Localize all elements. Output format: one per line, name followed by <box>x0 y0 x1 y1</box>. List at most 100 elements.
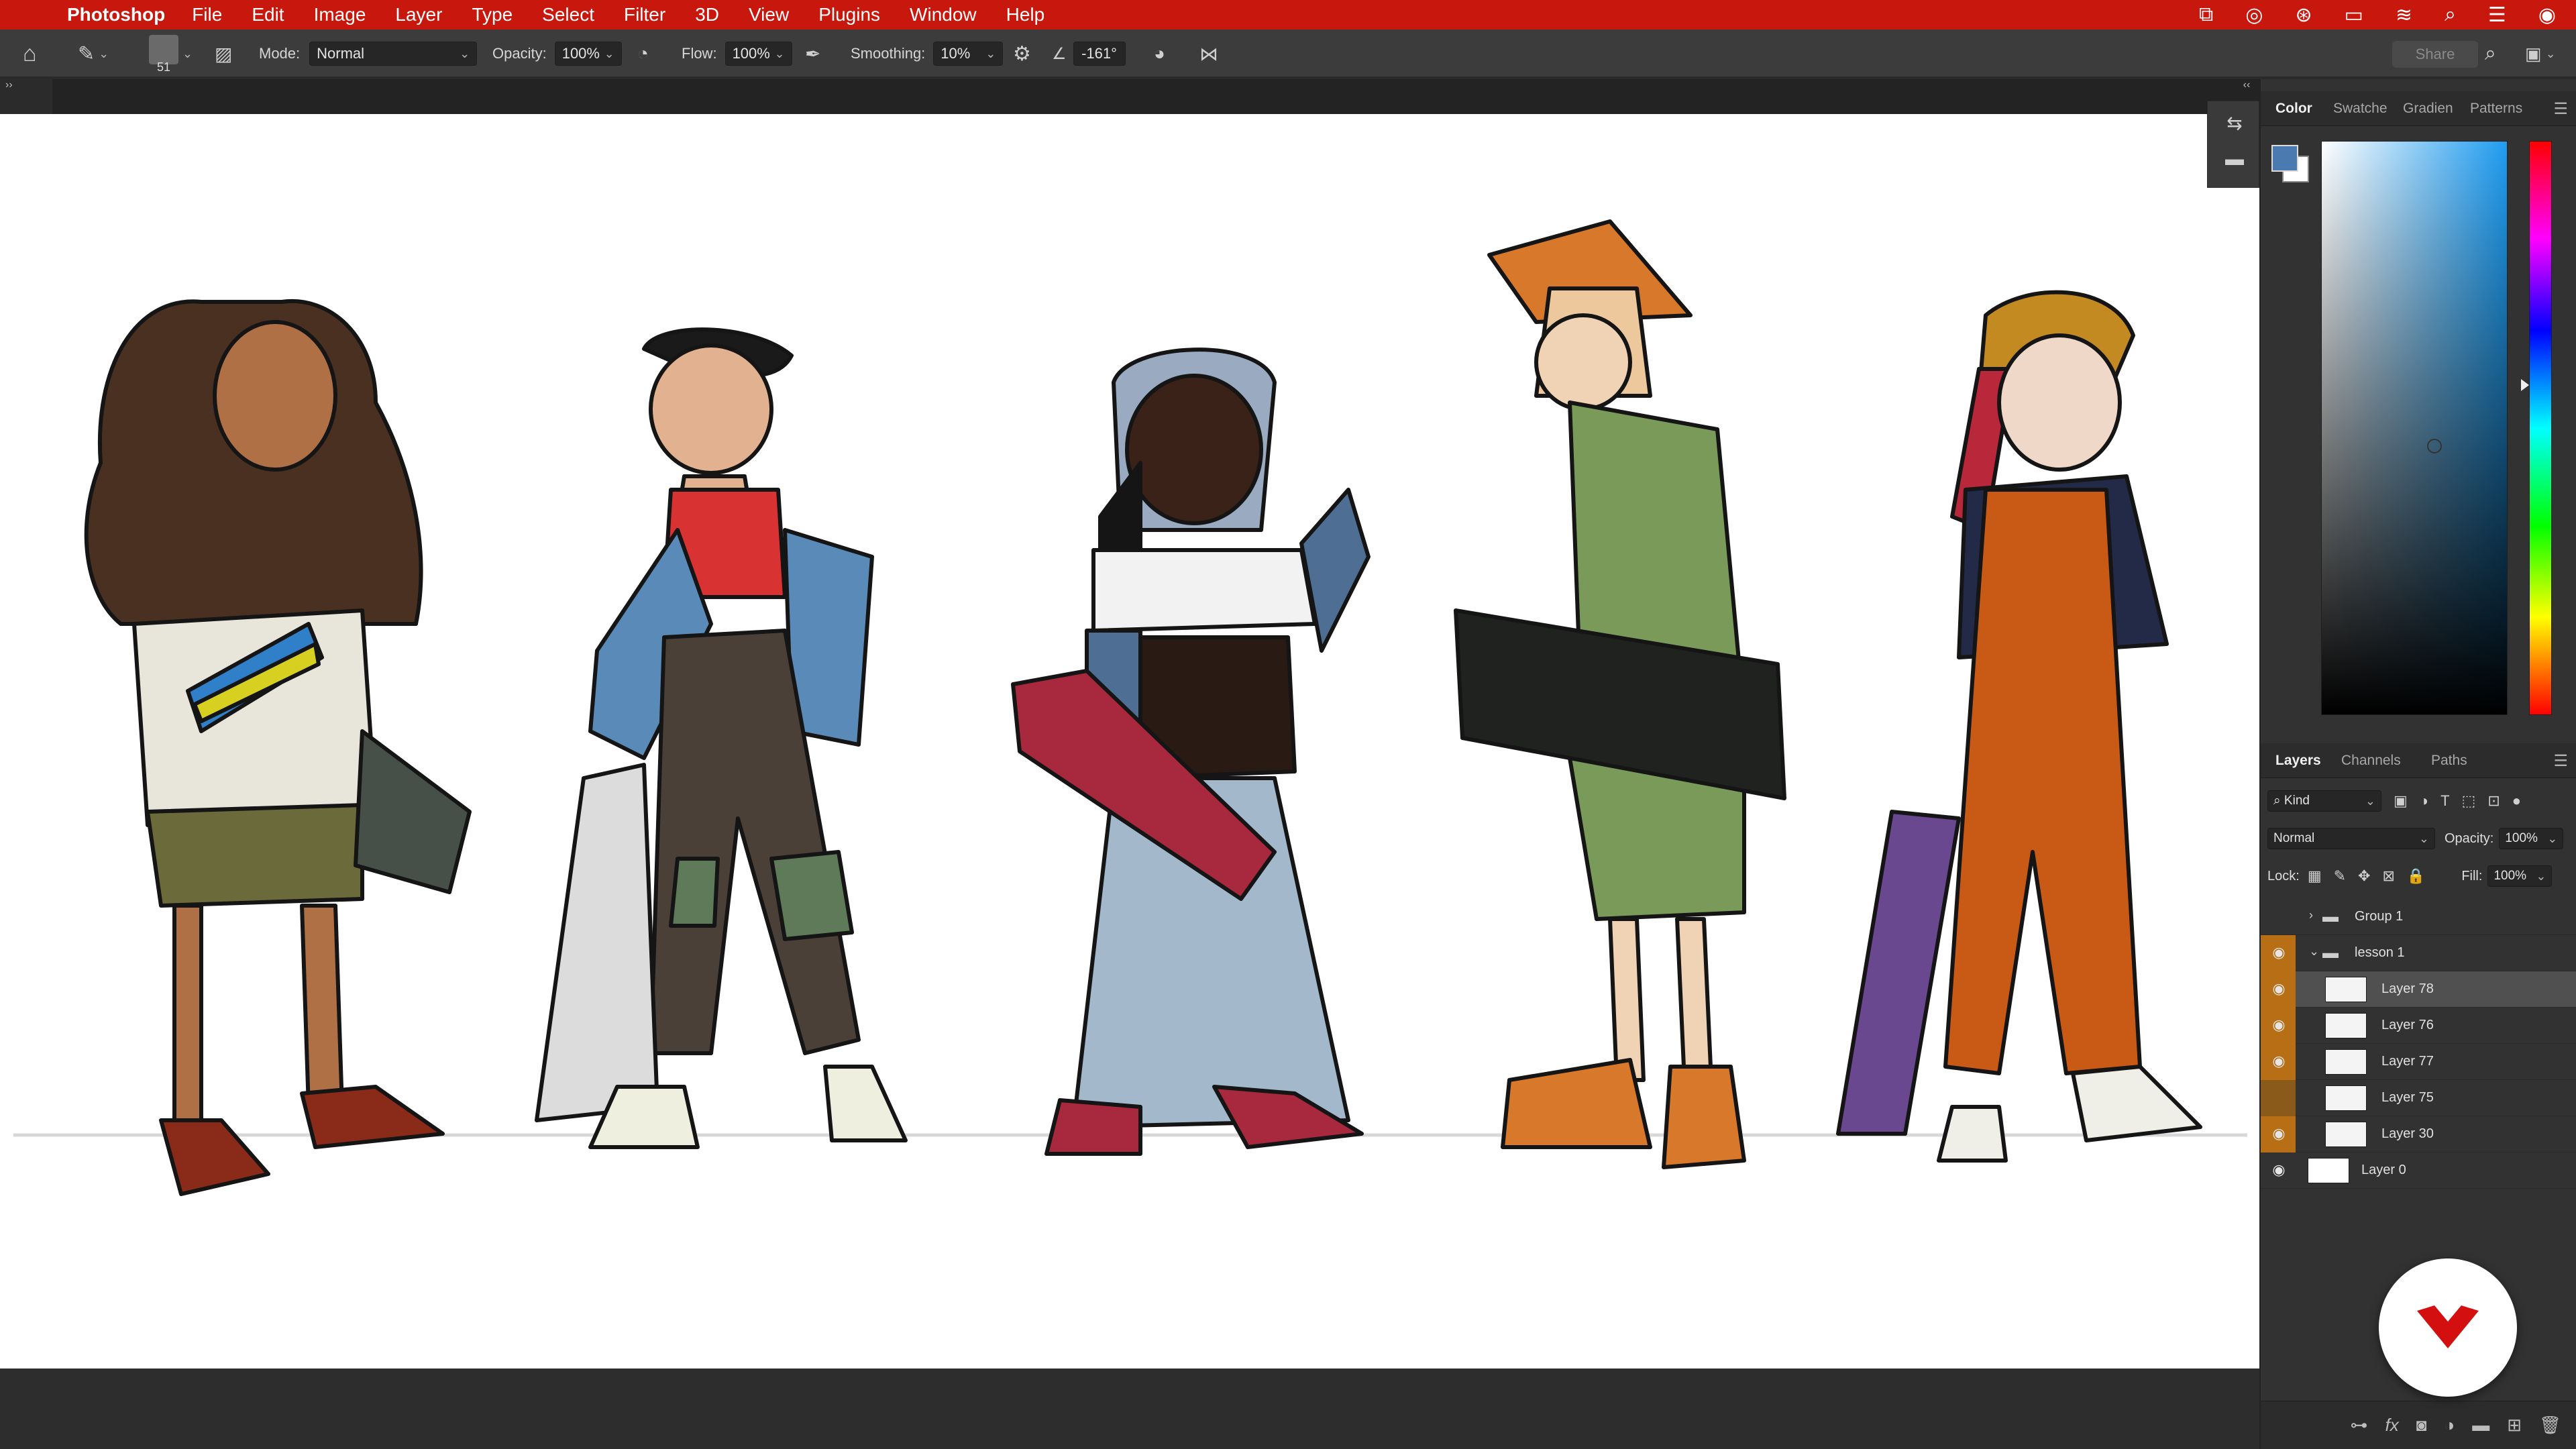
layer-style-icon[interactable]: fx <box>2385 1415 2399 1436</box>
wifi-icon[interactable]: ≋ <box>2396 3 2412 27</box>
menu-plugins[interactable]: Plugins <box>818 4 880 25</box>
eye-icon[interactable]: ◉ <box>2270 1161 2288 1179</box>
hue-slider[interactable] <box>2529 141 2552 715</box>
panel-collapse-icon[interactable]: ‹‹ <box>2234 79 2259 93</box>
layers-panel-menu-icon[interactable]: ☰ <box>2553 751 2568 771</box>
menu-file[interactable]: File <box>192 4 222 25</box>
blend-mode-select[interactable]: Normal ⌄ <box>2267 828 2435 849</box>
eye-icon[interactable]: ◉ <box>2270 1053 2288 1070</box>
expand-caret-icon[interactable]: › <box>2309 908 2313 922</box>
smoothing-settings-icon[interactable]: ⚙ <box>1013 30 1031 78</box>
filter-adjustment-icon[interactable]: ◑ <box>2420 792 2428 810</box>
layer-row-lesson-1[interactable]: ◉ ⌄ ▬ lesson 1 <box>2261 935 2576 971</box>
color-picker-cursor[interactable] <box>2427 439 2442 453</box>
menu-image[interactable]: Image <box>314 4 366 25</box>
visibility-toggle[interactable] <box>2261 899 2296 935</box>
tab-swatches[interactable]: Swatche <box>2333 91 2387 126</box>
new-layer-icon[interactable]: ⊞ <box>2507 1415 2522 1436</box>
layer-row-layer-75[interactable]: Layer 75 <box>2261 1080 2576 1116</box>
mode-select[interactable]: Normal ⌄ <box>309 42 478 66</box>
new-group-icon[interactable]: ▬ <box>2472 1415 2489 1436</box>
layer-row-layer-77[interactable]: ◉ Layer 77 <box>2261 1044 2576 1080</box>
layer-row-layer-78[interactable]: ◉ Layer 78 <box>2261 971 2576 1008</box>
flow-value: 100% <box>732 45 770 62</box>
hue-slider-arrow[interactable] <box>2521 379 2529 391</box>
menu-window[interactable]: Window <box>910 4 977 25</box>
menu-layer[interactable]: Layer <box>395 4 442 25</box>
symmetry-icon[interactable]: ⋈ <box>1199 30 1218 78</box>
tab-layers[interactable]: Layers <box>2275 743 2321 778</box>
flow-field[interactable]: 100% ⌄ <box>724 42 792 66</box>
history-panel-icon[interactable]: ⇆ <box>2224 112 2245 133</box>
tab-gradients[interactable]: Gradien <box>2403 91 2453 126</box>
layer-opacity-field[interactable]: 100% ⌄ <box>2499 828 2564 849</box>
opacity-field[interactable]: 100% ⌄ <box>554 42 622 66</box>
brush-tool-preset-icon[interactable]: ✎ ⌄ <box>78 30 109 78</box>
layer-row-group-1[interactable]: › ▬ Group 1 <box>2261 899 2576 935</box>
lock-all-icon[interactable]: 🔒 <box>2407 867 2425 885</box>
menu-type[interactable]: Type <box>472 4 513 25</box>
share-button[interactable]: Share <box>2392 41 2478 68</box>
home-icon[interactable]: ⌂ <box>23 30 37 78</box>
menu-select[interactable]: Select <box>542 4 594 25</box>
pressure-size-icon[interactable]: ◕ <box>1154 30 1165 78</box>
angle-field[interactable]: -161° <box>1073 42 1126 66</box>
screens-icon[interactable]: ⧉ <box>2199 3 2213 26</box>
color-picker-field[interactable] <box>2321 141 2508 715</box>
brush-preset-picker[interactable]: 51 ⌄ <box>149 30 193 78</box>
toolbar-collapse-icon[interactable]: ›› <box>0 79 52 93</box>
visibility-toggle[interactable] <box>2261 1080 2296 1116</box>
lock-image-icon[interactable]: ✎ <box>2334 867 2346 885</box>
menu-filter[interactable]: Filter <box>624 4 665 25</box>
comments-panel-icon[interactable]: ▬ <box>2224 148 2245 170</box>
layer-row-layer-0[interactable]: ◉ Layer 0 <box>2261 1152 2576 1189</box>
smoothing-field[interactable]: 10% ⌄ <box>933 42 1004 66</box>
menu-edit[interactable]: Edit <box>252 4 284 25</box>
add-mask-icon[interactable]: ◙ <box>2416 1415 2427 1436</box>
lock-artboard-icon[interactable]: ⊠ <box>2382 867 2394 885</box>
document-canvas[interactable] <box>0 114 2259 1368</box>
sync-icon[interactable]: ⊛ <box>2295 3 2312 27</box>
search-icon[interactable]: ⌕ <box>2485 30 2496 78</box>
collapse-caret-icon[interactable]: ⌄ <box>2309 945 2319 959</box>
filter-pixel-icon[interactable]: ▣ <box>2394 792 2408 810</box>
tab-color[interactable]: Color <box>2275 91 2312 126</box>
battery-icon[interactable]: ▭ <box>2345 3 2363 27</box>
spotlight-search-icon[interactable]: ⌕ <box>2445 3 2456 26</box>
tab-channels[interactable]: Channels <box>2341 743 2401 778</box>
filter-shape-icon[interactable]: ⬚ <box>2462 792 2476 810</box>
menu-3d[interactable]: 3D <box>695 4 719 25</box>
filter-type-icon[interactable]: T <box>2440 792 2449 810</box>
link-layers-icon[interactable]: ⊶ <box>2351 1415 2368 1436</box>
eye-icon[interactable]: ◉ <box>2270 980 2288 998</box>
tab-paths[interactable]: Paths <box>2431 743 2467 778</box>
creative-cloud-icon[interactable]: ◎ <box>2245 3 2263 27</box>
pressure-opacity-icon[interactable]: ◔ <box>637 30 649 78</box>
lock-position-icon[interactable]: ✥ <box>2358 867 2370 885</box>
adjustment-layer-icon[interactable]: ◑ <box>2444 1415 2455 1436</box>
airbrush-icon[interactable]: ✒ <box>805 30 820 78</box>
panel-foreground-color[interactable] <box>2271 145 2298 172</box>
brush-settings-icon[interactable]: ▨ <box>215 30 232 78</box>
filter-toggle-icon[interactable]: ● <box>2512 792 2521 810</box>
eye-icon[interactable]: ◉ <box>2270 1125 2288 1142</box>
filter-smart-object-icon[interactable]: ⊡ <box>2487 792 2500 810</box>
workspace-icon[interactable]: ▣ ⌄ <box>2525 30 2556 78</box>
menu-view[interactable]: View <box>749 4 789 25</box>
app-name[interactable]: Photoshop <box>67 4 165 25</box>
color-panel-menu-icon[interactable]: ☰ <box>2553 99 2568 119</box>
tab-patterns[interactable]: Patterns <box>2470 91 2522 126</box>
control-center-icon[interactable]: ☰ <box>2488 3 2506 27</box>
kind-label: Kind <box>2284 794 2310 808</box>
layer-row-layer-30[interactable]: ◉ Layer 30 <box>2261 1116 2576 1152</box>
fill-field[interactable]: 100% ⌄ <box>2487 865 2553 887</box>
layer-row-layer-76[interactable]: ◉ Layer 76 <box>2261 1008 2576 1044</box>
layer-filter-kind[interactable]: ⌕ Kind ⌄ <box>2267 790 2381 812</box>
eye-icon[interactable]: ◉ <box>2270 1016 2288 1034</box>
lock-transparent-icon[interactable]: ▦ <box>2308 867 2322 885</box>
eye-icon[interactable]: ◉ <box>2270 944 2288 961</box>
color-panel-tabs: Color Swatche Gradien Patterns ☰ <box>2261 91 2576 126</box>
menu-help[interactable]: Help <box>1006 4 1045 25</box>
delete-layer-icon[interactable]: 🗑 <box>2539 1415 2561 1436</box>
siri-icon[interactable]: ◉ <box>2538 3 2556 27</box>
